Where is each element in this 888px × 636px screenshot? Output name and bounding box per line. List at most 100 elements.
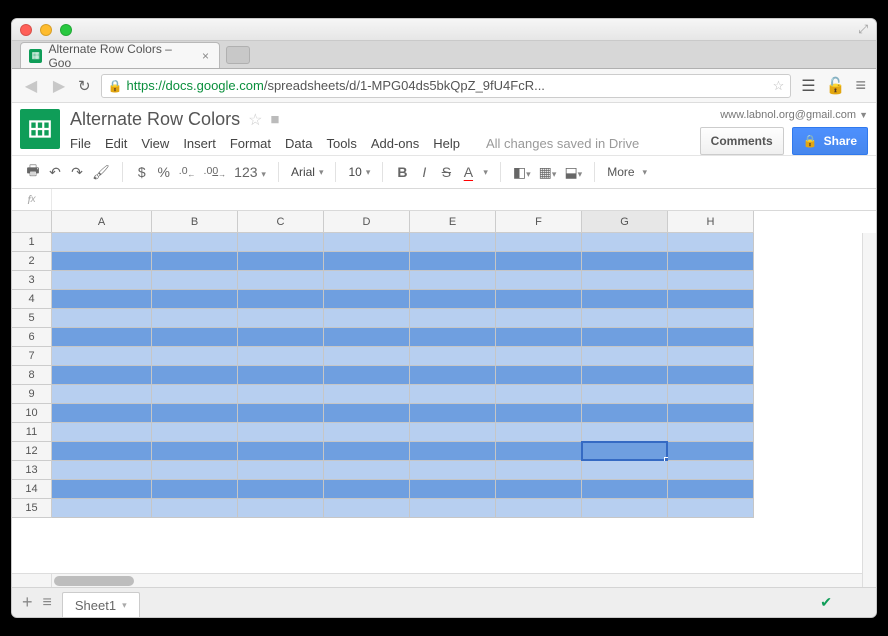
cell-D11[interactable] bbox=[324, 423, 410, 442]
merge-cells-icon[interactable]: ⬓▾ bbox=[564, 164, 582, 181]
cell-H7[interactable] bbox=[668, 347, 754, 366]
cell-G9[interactable] bbox=[582, 385, 668, 404]
cell-C11[interactable] bbox=[238, 423, 324, 442]
cell-F6[interactable] bbox=[496, 328, 582, 347]
menu-data[interactable]: Data bbox=[285, 136, 312, 151]
cell-H8[interactable] bbox=[668, 366, 754, 385]
cell-H10[interactable] bbox=[668, 404, 754, 423]
cell-H3[interactable] bbox=[668, 271, 754, 290]
cell-F1[interactable] bbox=[496, 233, 582, 252]
cell-C1[interactable] bbox=[238, 233, 324, 252]
cell-G6[interactable] bbox=[582, 328, 668, 347]
cell-C12[interactable] bbox=[238, 442, 324, 461]
cell-C6[interactable] bbox=[238, 328, 324, 347]
row-header[interactable]: 1 bbox=[12, 233, 52, 252]
cell-G15[interactable] bbox=[582, 499, 668, 518]
cell-F10[interactable] bbox=[496, 404, 582, 423]
cell-G7[interactable] bbox=[582, 347, 668, 366]
menu-tools[interactable]: Tools bbox=[326, 136, 356, 151]
cell-H6[interactable] bbox=[668, 328, 754, 347]
cell-E4[interactable] bbox=[410, 290, 496, 309]
currency-icon[interactable]: $ bbox=[135, 164, 149, 180]
chevron-down-icon[interactable]: ▾ bbox=[483, 167, 488, 178]
cell-B3[interactable] bbox=[152, 271, 238, 290]
increase-decimal-icon[interactable]: .00→ bbox=[204, 165, 227, 179]
cell-H14[interactable] bbox=[668, 480, 754, 499]
cell-D1[interactable] bbox=[324, 233, 410, 252]
cell-G12[interactable] bbox=[582, 442, 668, 461]
col-header-A[interactable]: A bbox=[52, 211, 152, 233]
cell-F15[interactable] bbox=[496, 499, 582, 518]
doc-title[interactable]: Alternate Row Colors bbox=[70, 109, 240, 130]
cell-C9[interactable] bbox=[238, 385, 324, 404]
cell-A5[interactable] bbox=[52, 309, 152, 328]
text-color-button[interactable]: A bbox=[461, 164, 475, 180]
cell-C7[interactable] bbox=[238, 347, 324, 366]
cell-E15[interactable] bbox=[410, 499, 496, 518]
cell-G3[interactable] bbox=[582, 271, 668, 290]
new-tab-button[interactable] bbox=[226, 46, 250, 64]
nav-forward-button[interactable]: ▶ bbox=[50, 76, 68, 96]
browser-tab[interactable]: ▦ Alternate Row Colors – Goo × bbox=[20, 42, 220, 68]
cell-F11[interactable] bbox=[496, 423, 582, 442]
cell-D15[interactable] bbox=[324, 499, 410, 518]
cell-G2[interactable] bbox=[582, 252, 668, 271]
bold-button[interactable]: B bbox=[395, 164, 409, 180]
row-header[interactable]: 2 bbox=[12, 252, 52, 271]
cell-F9[interactable] bbox=[496, 385, 582, 404]
col-header-F[interactable]: F bbox=[496, 211, 582, 233]
cell-C15[interactable] bbox=[238, 499, 324, 518]
cell-E7[interactable] bbox=[410, 347, 496, 366]
cell-D6[interactable] bbox=[324, 328, 410, 347]
undo-icon[interactable]: ↶ bbox=[48, 164, 62, 181]
row-header[interactable]: 11 bbox=[12, 423, 52, 442]
chevron-down-icon[interactable]: ▾ bbox=[122, 600, 127, 611]
cell-H4[interactable] bbox=[668, 290, 754, 309]
cell-F14[interactable] bbox=[496, 480, 582, 499]
font-size-selector[interactable]: 10 ▾ bbox=[342, 165, 376, 179]
cell-G14[interactable] bbox=[582, 480, 668, 499]
cell-B5[interactable] bbox=[152, 309, 238, 328]
cell-H1[interactable] bbox=[668, 233, 754, 252]
cell-B15[interactable] bbox=[152, 499, 238, 518]
cell-A8[interactable] bbox=[52, 366, 152, 385]
cell-D12[interactable] bbox=[324, 442, 410, 461]
cell-G5[interactable] bbox=[582, 309, 668, 328]
decrease-decimal-icon[interactable]: .0← bbox=[179, 165, 196, 179]
add-sheet-button[interactable]: + bbox=[22, 592, 33, 613]
col-header-E[interactable]: E bbox=[410, 211, 496, 233]
cell-G13[interactable] bbox=[582, 461, 668, 480]
cell-C10[interactable] bbox=[238, 404, 324, 423]
col-header-G[interactable]: G bbox=[582, 211, 668, 233]
cell-A4[interactable] bbox=[52, 290, 152, 309]
cell-H11[interactable] bbox=[668, 423, 754, 442]
cell-F7[interactable] bbox=[496, 347, 582, 366]
row-header[interactable]: 5 bbox=[12, 309, 52, 328]
cell-B12[interactable] bbox=[152, 442, 238, 461]
row-header[interactable]: 10 bbox=[12, 404, 52, 423]
cell-B11[interactable] bbox=[152, 423, 238, 442]
all-sheets-button[interactable]: ≡ bbox=[43, 594, 52, 612]
row-header[interactable]: 7 bbox=[12, 347, 52, 366]
bookmark-star-icon[interactable]: ☆ bbox=[773, 78, 785, 94]
cell-G4[interactable] bbox=[582, 290, 668, 309]
cell-C13[interactable] bbox=[238, 461, 324, 480]
col-header-D[interactable]: D bbox=[324, 211, 410, 233]
row-header[interactable]: 8 bbox=[12, 366, 52, 385]
row-header[interactable]: 15 bbox=[12, 499, 52, 518]
cell-F12[interactable] bbox=[496, 442, 582, 461]
cell-D8[interactable] bbox=[324, 366, 410, 385]
cell-B7[interactable] bbox=[152, 347, 238, 366]
cell-H5[interactable] bbox=[668, 309, 754, 328]
cell-A3[interactable] bbox=[52, 271, 152, 290]
extension-lock-icon[interactable]: 🔓 bbox=[826, 76, 846, 96]
cell-D2[interactable] bbox=[324, 252, 410, 271]
share-button[interactable]: 🔒 Share bbox=[792, 127, 868, 155]
cell-E1[interactable] bbox=[410, 233, 496, 252]
row-header[interactable]: 6 bbox=[12, 328, 52, 347]
cell-H2[interactable] bbox=[668, 252, 754, 271]
print-icon[interactable]: 🖶 bbox=[26, 160, 40, 184]
cell-E5[interactable] bbox=[410, 309, 496, 328]
fullscreen-icon[interactable]: ⤢ bbox=[858, 22, 868, 37]
strikethrough-button[interactable]: S bbox=[439, 164, 453, 180]
